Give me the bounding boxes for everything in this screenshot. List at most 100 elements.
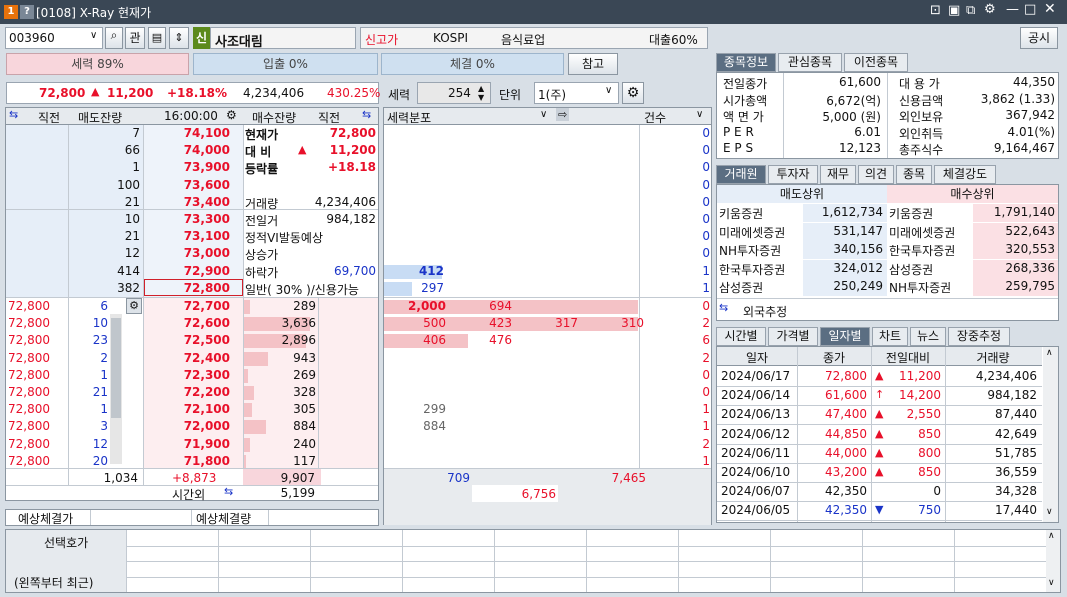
bid-qty: 3,636 (281, 316, 316, 331)
sell-broker[interactable]: 한국투자증권 (719, 261, 785, 278)
buy-broker[interactable]: 키움증권 (889, 205, 933, 222)
bid-price[interactable]: 71,900 (144, 437, 230, 451)
gear-icon[interactable]: ⚙ (126, 298, 142, 314)
chevron-down-icon[interactable]: ∨ (90, 30, 97, 41)
pin-icon[interactable]: ⊡ (930, 3, 941, 18)
settings-icon[interactable]: ▤ (148, 27, 166, 49)
bid-price[interactable]: 72,000 (144, 419, 230, 433)
bid-price[interactable]: 71,800 (144, 454, 230, 468)
bid-price[interactable]: 72,300 (144, 368, 230, 382)
tab-daily_tabs-1[interactable]: 가격별 (768, 327, 818, 346)
tab-broker_tabs-2[interactable]: 재무 (820, 165, 856, 184)
arrow-right-icon[interactable]: ⇨ (556, 108, 570, 121)
close-icon[interactable]: ✕ (1044, 1, 1056, 17)
buy-broker[interactable]: 한국투자증권 (889, 242, 955, 259)
ask-price[interactable]: 73,400 (144, 195, 230, 209)
bid-price[interactable]: 72,700 (144, 299, 230, 313)
notice-button[interactable]: 공시 (1020, 27, 1058, 49)
bid-exec: 6 (100, 299, 108, 313)
tab-stock_tabs-2[interactable]: 이전종목 (844, 53, 908, 72)
maximize-icon[interactable]: □ (1024, 2, 1036, 17)
gear-icon[interactable]: ⚙ (226, 108, 237, 122)
ask-price[interactable]: 73,600 (144, 178, 230, 192)
sell-qty: 250,249 (833, 279, 883, 293)
header-prev: 직전 (38, 111, 61, 125)
copy-icon[interactable]: ⧉ (966, 3, 975, 18)
sell-broker[interactable]: 삼성증권 (719, 279, 763, 296)
power-distribution: 세력분포 ∨ ⇨ 건수 ∨ 0 0 0 0 0 0 0 0 1 1 412 297 2,000 694 0 5… (383, 107, 712, 525)
daily-volume: 51,785 (995, 445, 1037, 460)
ask-price[interactable]: 74,000 (144, 143, 230, 157)
bid-price[interactable]: 72,500 (144, 333, 230, 347)
window-title: [0108] X-Ray 현재가 (36, 6, 152, 20)
swap-icon[interactable]: ⇆ (362, 108, 371, 121)
minimize-icon[interactable]: — (1006, 2, 1019, 17)
info-val: 6.01 (854, 124, 881, 139)
sell-broker[interactable]: 미래에셋증권 (719, 224, 785, 241)
tab-broker_tabs-4[interactable]: 종목 (896, 165, 932, 184)
power-stepper[interactable]: 254 ▲ ▼ (417, 82, 491, 104)
bid-price[interactable]: 72,600 (144, 316, 230, 330)
help-badge[interactable]: ? (20, 5, 34, 19)
bid-qty: 943 (293, 350, 316, 365)
daily-change: 2,550 (906, 407, 941, 422)
chevron-down-icon: ∨ (605, 85, 613, 96)
save-icon[interactable]: ▣ (948, 3, 960, 18)
stock-code-input[interactable]: 003960 ∨ (5, 27, 103, 49)
scrollbar[interactable] (110, 314, 122, 464)
tab-daily_tabs-4[interactable]: 뉴스 (910, 327, 946, 346)
tab-stock_tabs-1[interactable]: 관심종목 (778, 53, 842, 72)
chevron-down-icon[interactable]: ∨ (540, 109, 547, 120)
bid-price[interactable]: 72,200 (144, 385, 230, 399)
ask-price[interactable]: 73,300 (144, 212, 230, 226)
swap-icon[interactable]: ⇆ (224, 485, 233, 498)
info-key: 전일종가 (723, 77, 768, 91)
sell-broker[interactable]: NH투자증권 (719, 242, 781, 259)
gear-icon[interactable]: ⚙ (984, 2, 996, 17)
info-key: 시가총액 (723, 93, 768, 108)
ask-price[interactable]: 74,100 (144, 126, 230, 140)
buy-broker[interactable]: 삼성증권 (889, 261, 933, 278)
info-value: 72,800 (329, 126, 376, 140)
tab-daily_tabs-3[interactable]: 차트 (872, 327, 908, 346)
search-icon[interactable]: ⌕ (105, 27, 123, 49)
tab-daily_tabs-5[interactable]: 장중추정 (948, 327, 1010, 346)
scrollbar[interactable]: ∧ ∨ (1046, 530, 1060, 592)
tab-stock_tabs-0[interactable]: 종목정보 (716, 53, 776, 72)
bid-price[interactable]: 72,100 (144, 402, 230, 416)
gear-icon[interactable]: ⚙ (622, 82, 644, 104)
unit-select[interactable]: 1(주) ∨ (534, 82, 619, 104)
tab-daily_tabs-0[interactable]: 시간별 (716, 327, 766, 346)
reference-button[interactable]: 참고 (568, 53, 618, 75)
scrollbar[interactable]: ∧ ∨ (1043, 347, 1058, 522)
daily-close: 47,400 (825, 407, 867, 422)
ask-count: 0 (702, 143, 710, 158)
bid-count: 6 (702, 333, 710, 348)
gwan-button[interactable]: 관 (125, 27, 145, 49)
ask-price[interactable]: 73,100 (144, 229, 230, 243)
tab-broker_tabs-5[interactable]: 체결강도 (934, 165, 996, 184)
tab-broker_tabs-0[interactable]: 거래원 (716, 165, 766, 184)
daily-header: 거래량 (976, 351, 1010, 365)
daily-date: 2024/06/14 (721, 388, 791, 403)
bid-power-val: 500 (423, 316, 446, 331)
swap-icon[interactable]: ⇆ (9, 108, 18, 121)
buy-broker[interactable]: 미래에셋증권 (889, 224, 955, 241)
bid-price[interactable]: 72,400 (144, 351, 230, 365)
ask-price[interactable]: 72,900 (144, 264, 230, 278)
distribution-header: 세력분포 (387, 111, 432, 125)
buy-qty: 259,795 (1005, 279, 1055, 293)
tab-broker_tabs-1[interactable]: 투자자 (768, 165, 818, 184)
tab-daily_tabs-2[interactable]: 일자별 (820, 327, 870, 346)
sell-broker[interactable]: 키움증권 (719, 205, 763, 222)
buy-broker[interactable]: NH투자증권 (889, 279, 951, 296)
ask-price[interactable]: 72,800 (144, 281, 230, 295)
arrows-icon[interactable]: ⇕ (169, 27, 189, 49)
ask-price[interactable]: 73,000 (144, 246, 230, 260)
dist-sum-net: 6,756 (521, 487, 556, 501)
swap-icon[interactable]: ⇆ (719, 301, 728, 314)
ask-price[interactable]: 73,900 (144, 160, 230, 174)
info-value: +18.18 (327, 160, 376, 175)
tab-broker_tabs-3[interactable]: 의견 (858, 165, 894, 184)
chevron-down-icon[interactable]: ∨ (696, 109, 703, 120)
